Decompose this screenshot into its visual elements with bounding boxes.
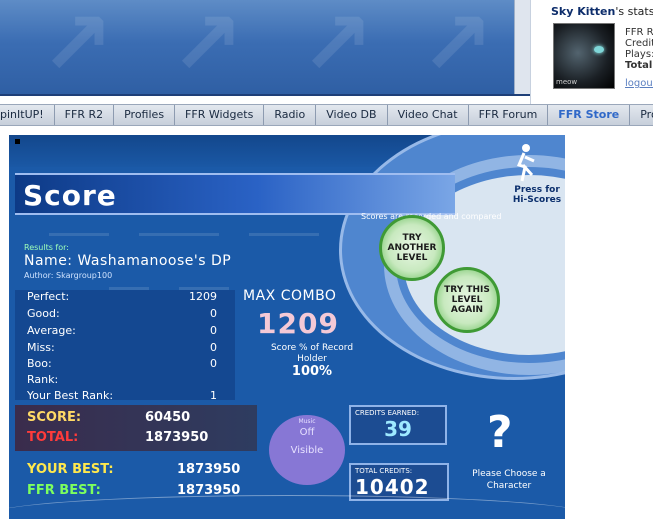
stat-value: 0: [210, 357, 217, 370]
nav-item-ffr-forum[interactable]: FFR Forum: [469, 105, 549, 125]
max-combo-value: 1209: [257, 307, 339, 340]
banner-arrow-icon: ↗: [170, 0, 244, 95]
song-name: Name: Washamanoose's DP: [24, 253, 232, 269]
try-another-level-button[interactable]: TRY ANOTHER LEVEL: [379, 215, 445, 281]
music-toggle-caption: Music: [298, 418, 316, 425]
stat-value: 0: [210, 341, 217, 354]
avatar-cat-eye: [594, 46, 604, 53]
total-row: TOTAL: 1873950: [27, 430, 208, 445]
stat-row-perfect: Perfect: 1209: [27, 290, 217, 304]
total-label: TOTAL:: [27, 430, 79, 445]
hiscores-button-label[interactable]: Press for Hi-Scores: [507, 185, 565, 205]
try-level-again-button[interactable]: TRY THIS LEVEL AGAIN: [434, 267, 500, 333]
max-combo-label: MAX COMBO: [243, 288, 337, 304]
screen: ↗ ↗ ↗ ↗ Sky Kitten's stats: meow FFR R C…: [0, 0, 653, 519]
nav-item-pinitup[interactable]: pinItUP!: [0, 105, 55, 125]
scores-recorded-note: Scores are recorded and compared: [361, 212, 502, 221]
credits-earned-value: 39: [384, 417, 412, 441]
stat-row-boo: Boo: 0: [27, 357, 217, 371]
banner-scrollbar[interactable]: [514, 0, 530, 94]
stat-value: 0: [210, 307, 217, 320]
stat-label: Good:: [27, 307, 60, 320]
stats-line-ffr: FFR R: [625, 27, 653, 38]
your-best-label: YOUR BEST:: [27, 462, 114, 477]
banner-arrow-icon: ↗: [300, 0, 374, 95]
stat-row-miss: Miss: 0: [27, 341, 217, 355]
stat-row-rank: Rank:: [27, 373, 217, 387]
stats-username[interactable]: Sky Kitten: [551, 5, 615, 18]
credits-earned-box: CREDITS EARNED: 39: [349, 405, 447, 445]
avatar-caption: meow: [556, 78, 578, 86]
stats-title-suffix: 's stats:: [615, 5, 653, 18]
score-row: SCORE: 60450: [27, 410, 190, 425]
nav-item-video-db[interactable]: Video DB: [316, 105, 388, 125]
avatar[interactable]: meow: [553, 23, 615, 89]
stat-label: Boo:: [27, 357, 52, 370]
total-credits-caption: TOTAL CREDITS:: [355, 467, 413, 475]
stat-value: 1209: [189, 290, 217, 303]
deco-dash: [249, 233, 319, 236]
nav-item-ffr-store[interactable]: FFR Store: [548, 105, 631, 125]
stats-line-plays: Plays:: [625, 49, 653, 60]
credits-earned-caption: CREDITS EARNED:: [355, 409, 420, 417]
your-best-row: YOUR BEST: 1873950: [27, 462, 240, 477]
main-nav: pinItUP! FFR R2 Profiles FFR Widgets Rad…: [0, 104, 653, 126]
music-toggle-state: Off: [299, 427, 315, 438]
score-title: Score: [23, 179, 117, 212]
stat-label: Rank:: [27, 373, 59, 386]
stats-line-total: Total: [625, 60, 653, 71]
song-author: Author: Skargroup100: [24, 271, 113, 280]
stats-title: Sky Kitten's stats:: [551, 5, 653, 18]
stat-value: 1: [210, 389, 217, 402]
main-content: Score Press for Hi-Scores Scores are rec…: [0, 126, 653, 519]
stat-value: 0: [210, 324, 217, 337]
nav-item-ffr-widgets[interactable]: FFR Widgets: [175, 105, 265, 125]
your-best-value: 1873950: [177, 462, 241, 477]
record-holder-label: Score % of Record Holder: [270, 343, 354, 364]
record-holder-percent: 100%: [291, 364, 333, 379]
stat-label: Average:: [27, 324, 76, 337]
nav-item-ffr-r2[interactable]: FFR R2: [55, 105, 115, 125]
nav-item-radio[interactable]: Radio: [264, 105, 317, 125]
deco-dash: [49, 233, 109, 236]
deco-dash: [139, 233, 219, 236]
results-for-label: Results for:: [24, 243, 69, 252]
running-man-icon[interactable]: [514, 143, 536, 183]
character-select-question-icon[interactable]: ?: [487, 407, 513, 458]
stats-line-credits: Credit: [625, 38, 653, 49]
stat-row-good: Good: 0: [27, 307, 217, 321]
nav-item-profiles[interactable]: Profiles: [114, 105, 176, 125]
deco-wave-line: [9, 495, 565, 519]
stat-row-best-rank: Your Best Rank: 1: [27, 389, 217, 403]
total-value: 1873950: [145, 430, 209, 445]
choose-character-prompt[interactable]: Please Choose a Character: [454, 468, 564, 492]
nav-item-video-chat[interactable]: Video Chat: [388, 105, 469, 125]
game-score-screen: Score Press for Hi-Scores Scores are rec…: [9, 135, 565, 519]
stat-label: Miss:: [27, 341, 55, 354]
site-banner: ↗ ↗ ↗ ↗: [0, 0, 530, 96]
score-value: 60450: [145, 410, 191, 425]
game-corner-dot: [15, 139, 20, 144]
user-stats-panel: Sky Kitten's stats: meow FFR R Credit Pl…: [530, 0, 653, 104]
visibility-toggle-state: Visible: [290, 445, 324, 456]
banner-arrow-icon: ↗: [40, 0, 114, 95]
ffr-best-label: FFR BEST:: [27, 483, 101, 498]
nav-item-profile-settings[interactable]: Profile Setting: [630, 105, 653, 125]
banner-arrow-icon: ↗: [420, 0, 494, 95]
stat-label: Perfect:: [27, 290, 70, 303]
score-label: SCORE:: [27, 410, 82, 425]
stat-label: Your Best Rank:: [27, 389, 114, 402]
stat-row-average: Average: 0: [27, 324, 217, 338]
logout-link[interactable]: logout: [625, 78, 653, 89]
